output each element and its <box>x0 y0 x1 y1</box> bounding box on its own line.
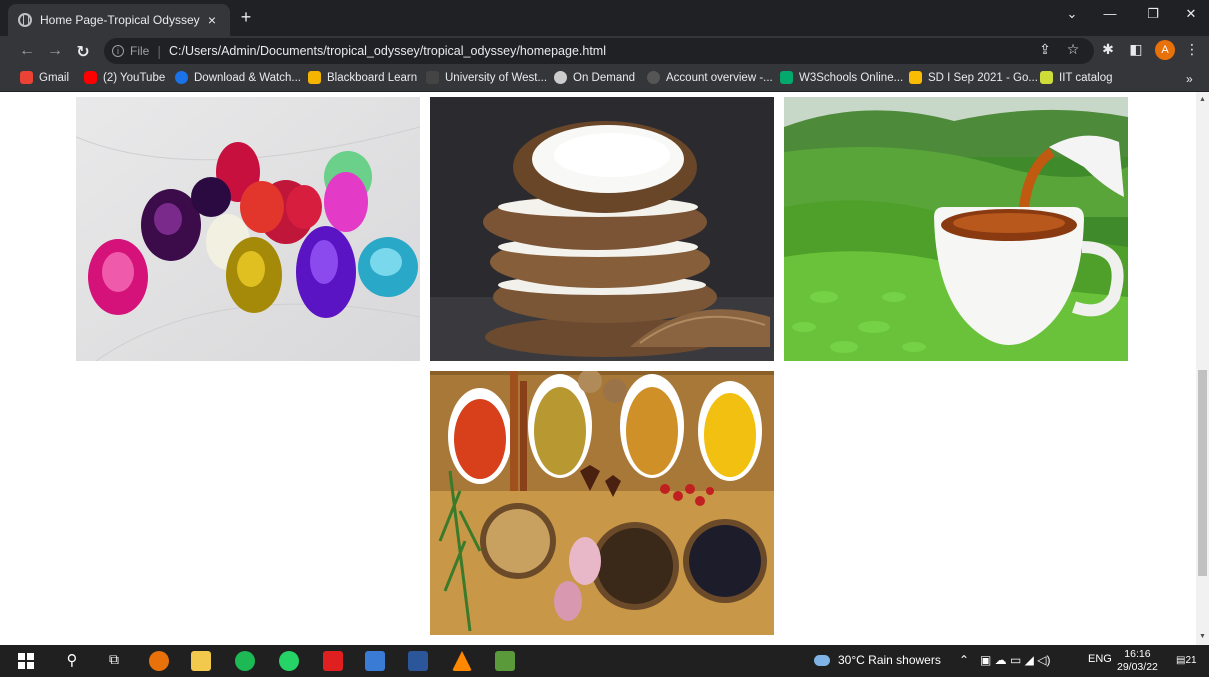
scrollbar-thumb[interactable] <box>1198 370 1207 576</box>
new-tab-button[interactable]: + <box>236 7 256 28</box>
windows-taskbar: ⚲ ⧉ 30°C Rain showers ⌃ ▣ ☁ ▭ ◢ ◁) ENG 1… <box>0 645 1209 677</box>
bookmark-label: Gmail <box>39 71 70 84</box>
browser-tab-active[interactable]: Home Page-Tropical Odyssey × <box>8 4 230 36</box>
account-icon <box>647 71 660 84</box>
tea-image <box>784 97 1128 361</box>
bookmark-label: W3Schools Online... <box>799 71 904 84</box>
bookmarks-bar: Gmail (2) YouTube Download & Watch... Bl… <box>0 66 1209 92</box>
clock[interactable]: 16:16 29/03/22 <box>1117 648 1158 674</box>
bookmark-download[interactable]: Download & Watch... <box>175 71 301 84</box>
system-tray-icons[interactable]: ▣ ☁ ▭ ◢ ◁) <box>980 653 1050 667</box>
gmail-icon <box>20 71 33 84</box>
clock-date: 29/03/22 <box>1117 661 1158 673</box>
cloud-icon <box>814 655 830 667</box>
w3schools-icon <box>780 71 793 84</box>
profile-avatar[interactable]: A <box>1155 40 1175 60</box>
chrome-icon[interactable] <box>149 651 169 671</box>
play-icon <box>175 71 188 84</box>
task-view-icon[interactable]: ⧉ <box>104 651 124 671</box>
page-scrollbar[interactable]: ▲ ▼ <box>1196 92 1209 645</box>
minimize-button[interactable]: — <box>1100 6 1120 21</box>
share-icon[interactable]: ⇪ <box>1036 41 1054 58</box>
tab-search-icon[interactable]: ⌄ <box>1062 6 1082 22</box>
divider: | <box>157 43 161 59</box>
bookmark-star-icon[interactable]: ☆ <box>1064 41 1082 58</box>
vlc-icon[interactable] <box>452 651 472 671</box>
bookmark-ondemand[interactable]: On Demand <box>554 71 635 84</box>
blackboard-icon <box>308 71 321 84</box>
acrobat-icon[interactable] <box>323 651 343 671</box>
bookmark-university[interactable]: University of West... <box>426 71 547 84</box>
whatsapp-icon[interactable] <box>279 651 299 671</box>
ondemand-icon <box>554 71 567 84</box>
bookmark-w3schools[interactable]: W3Schools Online... <box>780 71 903 84</box>
word-icon[interactable] <box>408 651 428 671</box>
bookmark-label: On Demand <box>573 71 636 84</box>
file-label: File <box>130 44 150 58</box>
weather-text: 30°C Rain showers <box>838 653 941 667</box>
bookmark-label: Account overview -... <box>666 71 773 84</box>
bookmark-blackboard[interactable]: Blackboard Learn <box>308 71 417 84</box>
language-indicator[interactable]: ENG <box>1088 653 1112 665</box>
bookmark-label: Download & Watch... <box>194 71 301 84</box>
browser-titlebar: Home Page-Tropical Odyssey × + ⌄ — ❐ ✕ <box>0 0 1209 36</box>
university-icon <box>426 71 439 84</box>
snipping-tool-icon[interactable] <box>365 651 385 671</box>
globe-icon <box>18 13 32 27</box>
info-icon[interactable]: i <box>112 45 124 57</box>
bookmark-label: (2) YouTube <box>103 71 166 84</box>
scroll-down-icon[interactable]: ▼ <box>1198 633 1207 640</box>
restore-button[interactable]: ❐ <box>1143 6 1163 22</box>
address-bar[interactable]: i File | C:/Users/Admin/Documents/tropic… <box>104 38 1094 64</box>
bookmark-account[interactable]: Account overview -... <box>647 71 773 84</box>
windows-start-icon[interactable] <box>18 653 34 669</box>
spices-image <box>430 371 774 635</box>
forward-icon[interactable]: → <box>46 42 64 60</box>
notifications-icon[interactable]: ▤21 <box>1176 655 1197 666</box>
tab-title: Home Page-Tropical Odyssey <box>40 13 200 27</box>
bookmark-sd[interactable]: SD I Sep 2021 - Go... <box>909 71 1038 84</box>
scroll-up-icon[interactable]: ▲ <box>1198 96 1207 103</box>
close-window-button[interactable]: ✕ <box>1181 6 1201 22</box>
bookmark-label: University of West... <box>445 71 548 84</box>
bookmark-label: Blackboard Learn <box>327 71 418 84</box>
extensions-icon[interactable]: ✱ <box>1099 41 1117 58</box>
bookmark-label: IIT catalog <box>1059 71 1113 84</box>
back-icon[interactable]: ← <box>18 42 36 60</box>
browser-toolbar: ← → ↻ i File | C:/Users/Admin/Documents/… <box>0 36 1209 66</box>
bookmark-label: SD I Sep 2021 - Go... <box>928 71 1038 84</box>
file-explorer-icon[interactable] <box>191 651 211 671</box>
clock-time: 16:16 <box>1124 648 1151 660</box>
show-hidden-icons[interactable]: ⌃ <box>959 653 969 667</box>
side-panel-icon[interactable]: ◧ <box>1127 41 1145 58</box>
reload-icon[interactable]: ↻ <box>74 42 92 62</box>
bookmark-youtube[interactable]: (2) YouTube <box>84 71 165 84</box>
more-bookmarks-icon[interactable]: » <box>1186 72 1193 86</box>
url-text[interactable]: C:/Users/Admin/Documents/tropical_odysse… <box>169 44 606 58</box>
drive-icon <box>909 71 922 84</box>
bookmark-gmail[interactable]: Gmail <box>20 71 69 84</box>
weather-widget[interactable]: 30°C Rain showers <box>814 653 941 667</box>
catalog-icon <box>1040 71 1053 84</box>
tab-close-icon[interactable]: × <box>204 12 220 28</box>
gemstones-image <box>76 97 420 361</box>
search-icon[interactable]: ⚲ <box>62 651 82 671</box>
spotify-icon[interactable] <box>235 651 255 671</box>
menu-icon[interactable]: ⋮ <box>1183 41 1201 58</box>
youtube-icon <box>84 71 97 84</box>
coconut-image <box>430 97 774 361</box>
notification-count: 21 <box>1185 655 1197 666</box>
app-icon[interactable] <box>495 651 515 671</box>
bookmark-iit[interactable]: IIT catalog <box>1040 71 1113 84</box>
page-content <box>0 92 1196 645</box>
